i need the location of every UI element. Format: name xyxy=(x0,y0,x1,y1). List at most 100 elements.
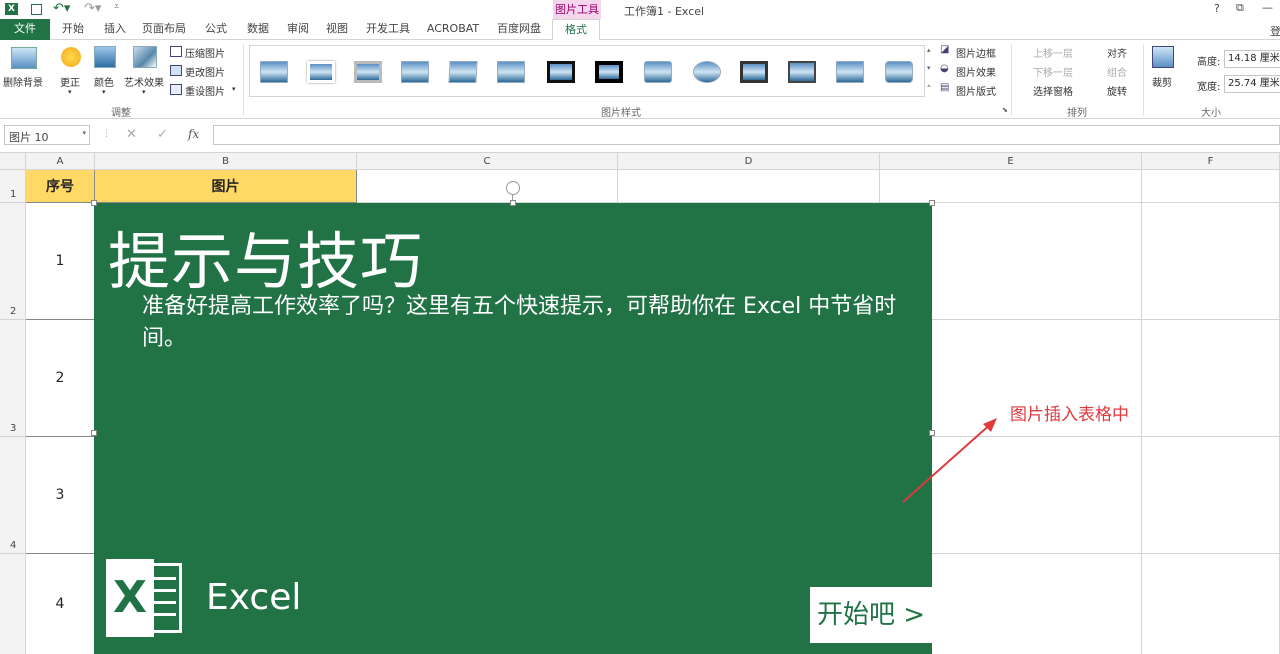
column-header-d[interactable]: D xyxy=(618,153,880,170)
cell-a5[interactable]: 4 xyxy=(26,554,95,654)
picture-border-button[interactable]: 图片边框 xyxy=(956,45,996,60)
cell-d1[interactable] xyxy=(618,170,880,203)
cell-a4[interactable]: 3 xyxy=(26,437,95,554)
align-button[interactable]: 对齐 xyxy=(1107,45,1127,60)
dialog-launcher-icon[interactable]: ⬊ xyxy=(1002,106,1008,114)
column-header-f[interactable]: F xyxy=(1142,153,1280,170)
cell-f5[interactable] xyxy=(1142,554,1280,654)
name-box[interactable]: 图片 10 ▾ xyxy=(4,125,90,145)
cell-f4[interactable] xyxy=(1142,437,1280,554)
column-header-b[interactable]: B xyxy=(95,153,357,170)
name-box-dropdown-icon[interactable]: ▾ xyxy=(82,129,86,137)
picture-style-13[interactable] xyxy=(836,61,864,83)
rotate-handle-icon[interactable] xyxy=(506,181,520,195)
signin-link[interactable]: 登 xyxy=(1270,23,1280,39)
color-dropdown-icon[interactable]: ▾ xyxy=(102,88,106,96)
column-header-e[interactable]: E xyxy=(880,153,1142,170)
row-header-5[interactable] xyxy=(0,554,26,654)
selection-handle-top-left[interactable] xyxy=(91,200,97,206)
cell-f3[interactable] xyxy=(1142,320,1280,437)
corrections-dropdown-icon[interactable]: ▾ xyxy=(68,88,72,96)
tab-review[interactable]: 审阅 xyxy=(281,19,315,40)
tab-page-layout[interactable]: 页面布局 xyxy=(140,19,188,40)
tab-data[interactable]: 数据 xyxy=(241,19,275,40)
tab-developer[interactable]: 开发工具 xyxy=(362,19,414,40)
undo-icon[interactable]: ↶▾ xyxy=(53,1,70,16)
selection-handle-top-right[interactable] xyxy=(929,200,935,206)
rotate-button[interactable]: 旋转 xyxy=(1107,83,1127,98)
column-header-c[interactable]: C xyxy=(357,153,618,170)
send-backward-button[interactable]: 下移一层 xyxy=(1033,64,1073,79)
picture-style-2[interactable] xyxy=(307,61,335,83)
picture-style-11[interactable] xyxy=(740,61,768,83)
height-input[interactable]: 14.18 厘米 xyxy=(1224,50,1280,68)
selection-pane-button[interactable]: 选择窗格 xyxy=(1033,83,1073,98)
width-input[interactable]: 25.74 厘米 xyxy=(1224,75,1280,93)
change-picture-button[interactable]: 更改图片 xyxy=(185,64,225,79)
picture-style-6[interactable] xyxy=(497,61,525,83)
column-header-a[interactable]: A xyxy=(26,153,95,170)
save-icon[interactable] xyxy=(31,4,42,15)
redo-icon[interactable]: ↷▾ xyxy=(84,1,101,16)
group-button[interactable]: 组合 xyxy=(1107,64,1127,79)
cell-a2[interactable]: 1 xyxy=(26,203,95,320)
picture-effects-button[interactable]: 图片效果 xyxy=(956,64,996,79)
picture-style-1[interactable] xyxy=(260,61,288,83)
row-header-2[interactable]: 2 xyxy=(0,203,26,320)
picture-style-8[interactable] xyxy=(595,61,623,83)
cell-b1[interactable]: 图片 xyxy=(95,170,357,203)
cell-a1[interactable]: 序号 xyxy=(26,170,95,203)
color-button[interactable]: 颜色 xyxy=(94,74,114,89)
customize-qat-icon[interactable]: ⩡ xyxy=(114,2,119,12)
remove-background-button[interactable]: 删除背景 xyxy=(3,74,43,89)
cell-f2[interactable] xyxy=(1142,203,1280,320)
artistic-effects-button[interactable]: 艺术效果 xyxy=(124,74,164,89)
tab-formulas[interactable]: 公式 xyxy=(199,19,233,40)
gallery-scroll-down-icon[interactable]: ▾ xyxy=(927,64,931,72)
tab-view[interactable]: 视图 xyxy=(320,19,354,40)
insert-function-button[interactable]: fx xyxy=(188,127,199,141)
corrections-button[interactable]: 更正 xyxy=(60,74,80,89)
tab-file[interactable]: 文件 xyxy=(0,19,50,40)
cell-a3[interactable]: 2 xyxy=(26,320,95,437)
gallery-scroll-up-icon[interactable]: ▴ xyxy=(927,46,931,54)
bring-forward-button[interactable]: 上移一层 xyxy=(1033,45,1073,60)
ribbon-display-button[interactable]: ⧉ xyxy=(1236,1,1244,15)
help-button[interactable]: ? xyxy=(1214,2,1220,15)
cell-f1[interactable] xyxy=(1142,170,1280,203)
row-header-4[interactable]: 4 xyxy=(0,437,26,554)
row-header-1[interactable]: 1 xyxy=(0,170,26,203)
formula-input[interactable] xyxy=(213,125,1280,145)
artistic-dropdown-icon[interactable]: ▾ xyxy=(142,88,146,96)
picture-style-10[interactable] xyxy=(693,61,721,83)
cell-e1[interactable] xyxy=(880,170,1142,203)
picture-style-12[interactable] xyxy=(788,61,816,83)
tab-baidu-netdisk[interactable]: 百度网盘 xyxy=(493,19,545,40)
tab-format[interactable]: 格式 xyxy=(552,19,600,41)
picture-style-14[interactable] xyxy=(885,61,913,83)
tab-acrobat[interactable]: ACROBAT xyxy=(423,19,483,40)
row-header-3[interactable]: 3 xyxy=(0,320,26,437)
tab-insert[interactable]: 插入 xyxy=(98,19,132,40)
selection-handle-left[interactable] xyxy=(91,430,97,436)
picture-style-3[interactable] xyxy=(354,61,382,83)
cell-c1[interactable] xyxy=(357,170,618,203)
picture-start-button[interactable]: 开始吧 > xyxy=(810,587,932,643)
inserted-picture[interactable]: 提示与技巧 准备好提高工作效率了吗？这里有五个快速提示，可帮助你在 Excel … xyxy=(94,203,932,654)
minimize-button[interactable]: — xyxy=(1262,1,1273,14)
enter-button[interactable]: ✓ xyxy=(157,127,168,142)
picture-style-9[interactable] xyxy=(644,61,672,83)
selection-handle-top[interactable] xyxy=(510,200,516,206)
picture-style-5[interactable] xyxy=(448,61,478,83)
select-all-corner[interactable] xyxy=(0,153,26,170)
picture-style-4[interactable] xyxy=(401,61,429,83)
cancel-button[interactable]: ✕ xyxy=(126,127,137,142)
crop-button[interactable]: 裁剪 xyxy=(1152,74,1172,89)
picture-layout-button[interactable]: 图片版式 xyxy=(956,83,996,98)
compress-pictures-button[interactable]: 压缩图片 xyxy=(185,45,225,60)
reset-picture-button[interactable]: 重设图片 xyxy=(185,83,225,98)
picture-style-7[interactable] xyxy=(547,61,575,83)
tab-home[interactable]: 开始 xyxy=(56,19,90,40)
reset-dropdown-icon[interactable]: ▾ xyxy=(232,85,236,93)
gallery-more-icon[interactable]: ⩡ xyxy=(927,82,931,91)
